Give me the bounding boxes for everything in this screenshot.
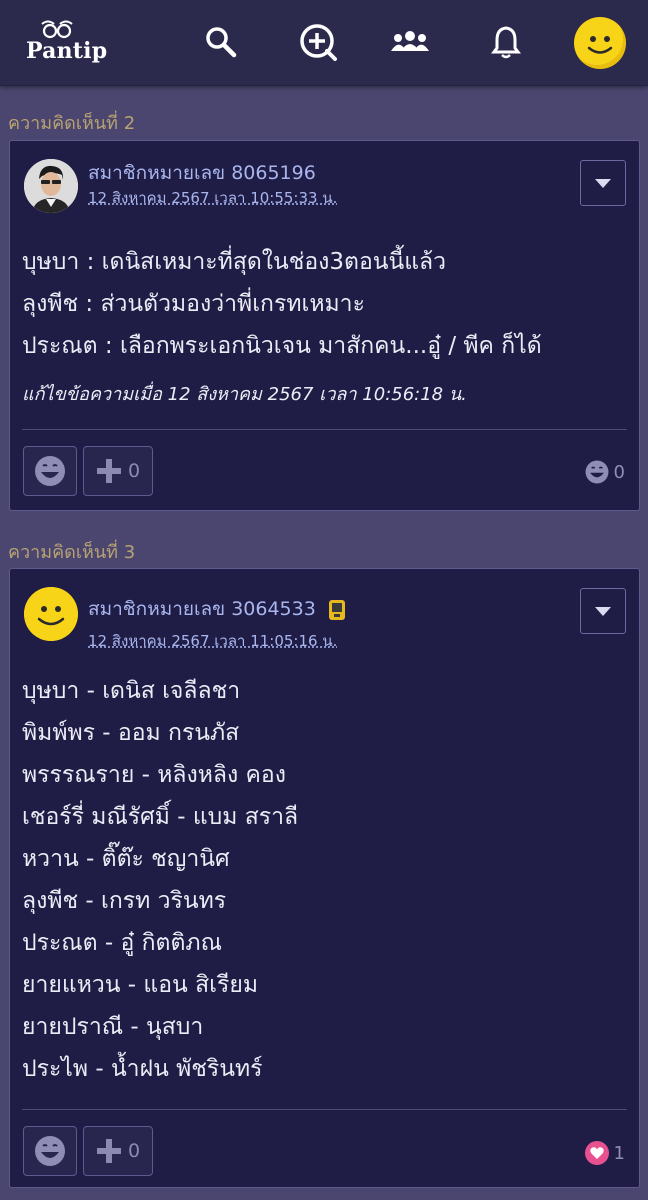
heart-reaction-icon: [584, 1141, 609, 1165]
profile-photo-icon: [24, 159, 78, 213]
comment-line: ลุงพีช : ส่วนตัวมองว่าพี่เกรทเหมาะ: [22, 291, 365, 317]
notification-button[interactable]: [484, 20, 528, 64]
top-bar: Pantip: [0, 0, 648, 86]
member-name[interactable]: สมาชิกหมายเลข 8065196: [88, 158, 316, 188]
user-avatar-button[interactable]: [574, 17, 626, 69]
comment-line: หวาน - ติ๊ต๊ะ ชญานิศ: [22, 846, 230, 872]
pantip-logo-mark: [41, 20, 73, 39]
chevron-down-icon: [595, 606, 611, 616]
plus-icon: [96, 459, 121, 483]
comment-line: ประณต : เลือกพระเอกนิวเจน มาสักคน...อู๋ …: [22, 333, 542, 359]
comment-number-label: ความคิดเห็นที่ 3: [8, 542, 136, 563]
reaction-count: 1: [613, 1142, 625, 1164]
comment-line: บุษบา : เดนิสเหมาะที่สุดในช่อง3ตอนนี้แล้…: [22, 249, 447, 275]
emotion-face-icon: [35, 1136, 65, 1166]
comment-card: สมาชิกหมายเลข 8065196 12 สิงหาคม 2567 เว…: [9, 140, 640, 511]
comment-menu-button[interactable]: [580, 160, 626, 206]
search-icon: [206, 27, 237, 58]
member-name[interactable]: สมาชิกหมายเลข 3064533: [88, 594, 346, 624]
reaction-count: 0: [613, 461, 625, 483]
vote-plus-button[interactable]: 0: [83, 446, 153, 496]
plus-count: 0: [127, 460, 141, 482]
logo-text: Pantip: [26, 38, 108, 64]
divider: [22, 429, 627, 430]
member-avatar[interactable]: [24, 587, 78, 641]
mobile-badge-icon: [328, 599, 345, 620]
comment-line: พิมพ์พร - ออม กรนภัส: [22, 720, 240, 746]
comment-line: ยายแหวน - แอน สิเรียม: [22, 972, 258, 998]
comment-number-label: ความคิดเห็นที่ 2: [8, 113, 136, 134]
search-button[interactable]: [199, 20, 243, 64]
new-topic-button[interactable]: [296, 20, 340, 64]
comment-timestamp[interactable]: 12 สิงหาคม 2567 เวลา 10:55:33 น.: [88, 186, 337, 210]
emotion-button[interactable]: [23, 446, 77, 496]
chevron-down-icon: [595, 178, 611, 188]
edit-note: แก้ไขข้อความเมื่อ 12 สิงหาคม 2567 เวลา 1…: [22, 384, 467, 405]
community-button[interactable]: [388, 20, 432, 64]
comment-line: ประไพ - น้ำฝน พัชรินทร์: [22, 1056, 263, 1082]
comment-card: สมาชิกหมายเลข 3064533 12 สิงหาคม 2567 เว…: [9, 568, 640, 1188]
plus-count: 0: [127, 1140, 141, 1162]
pantip-logo[interactable]: Pantip: [26, 20, 107, 66]
smiley-avatar-icon: [587, 36, 613, 54]
comment-line: เชอร์รี่ มณีรัศมิ์ - แบม สราลี: [22, 804, 299, 830]
comment-body: บุษบา : เดนิสเหมาะที่สุดในช่อง3ตอนนี้แล้…: [22, 241, 542, 367]
add-topic-icon: [300, 24, 337, 61]
emotion-button[interactable]: [23, 1126, 77, 1176]
divider: [22, 1109, 627, 1110]
comment-line: ยายปราณี - นุสบา: [22, 1014, 204, 1040]
member-avatar[interactable]: [24, 159, 78, 213]
smiley-avatar-icon: [24, 587, 78, 641]
comment-line: พรรรณราย - หลิงหลิง คอง: [22, 762, 286, 788]
emotion-face-icon: [585, 460, 609, 484]
comment-line: บุษบา - เดนิส เจลีลชา: [22, 678, 241, 704]
community-icon: [391, 31, 429, 51]
comment-menu-button[interactable]: [580, 588, 626, 634]
vote-plus-button[interactable]: 0: [83, 1126, 153, 1176]
reaction-summary[interactable]: 1: [584, 1140, 625, 1166]
comment-line: ประณต - อู๋ กิตติภณ: [22, 930, 222, 956]
comment-body: บุษบา - เดนิส เจลีลชา พิมพ์พร - ออม กรนภ…: [22, 670, 298, 1090]
member-name-text: สมาชิกหมายเลข 3064533: [88, 598, 316, 620]
bell-icon: [491, 26, 521, 59]
comment-timestamp[interactable]: 12 สิงหาคม 2567 เวลา 11:05:16 น.: [88, 629, 337, 653]
comment-line: ลุงพีช - เกรท วรินทร: [22, 888, 227, 914]
plus-icon: [96, 1139, 121, 1163]
reaction-summary[interactable]: 0: [584, 459, 625, 485]
emotion-face-icon: [35, 456, 65, 486]
